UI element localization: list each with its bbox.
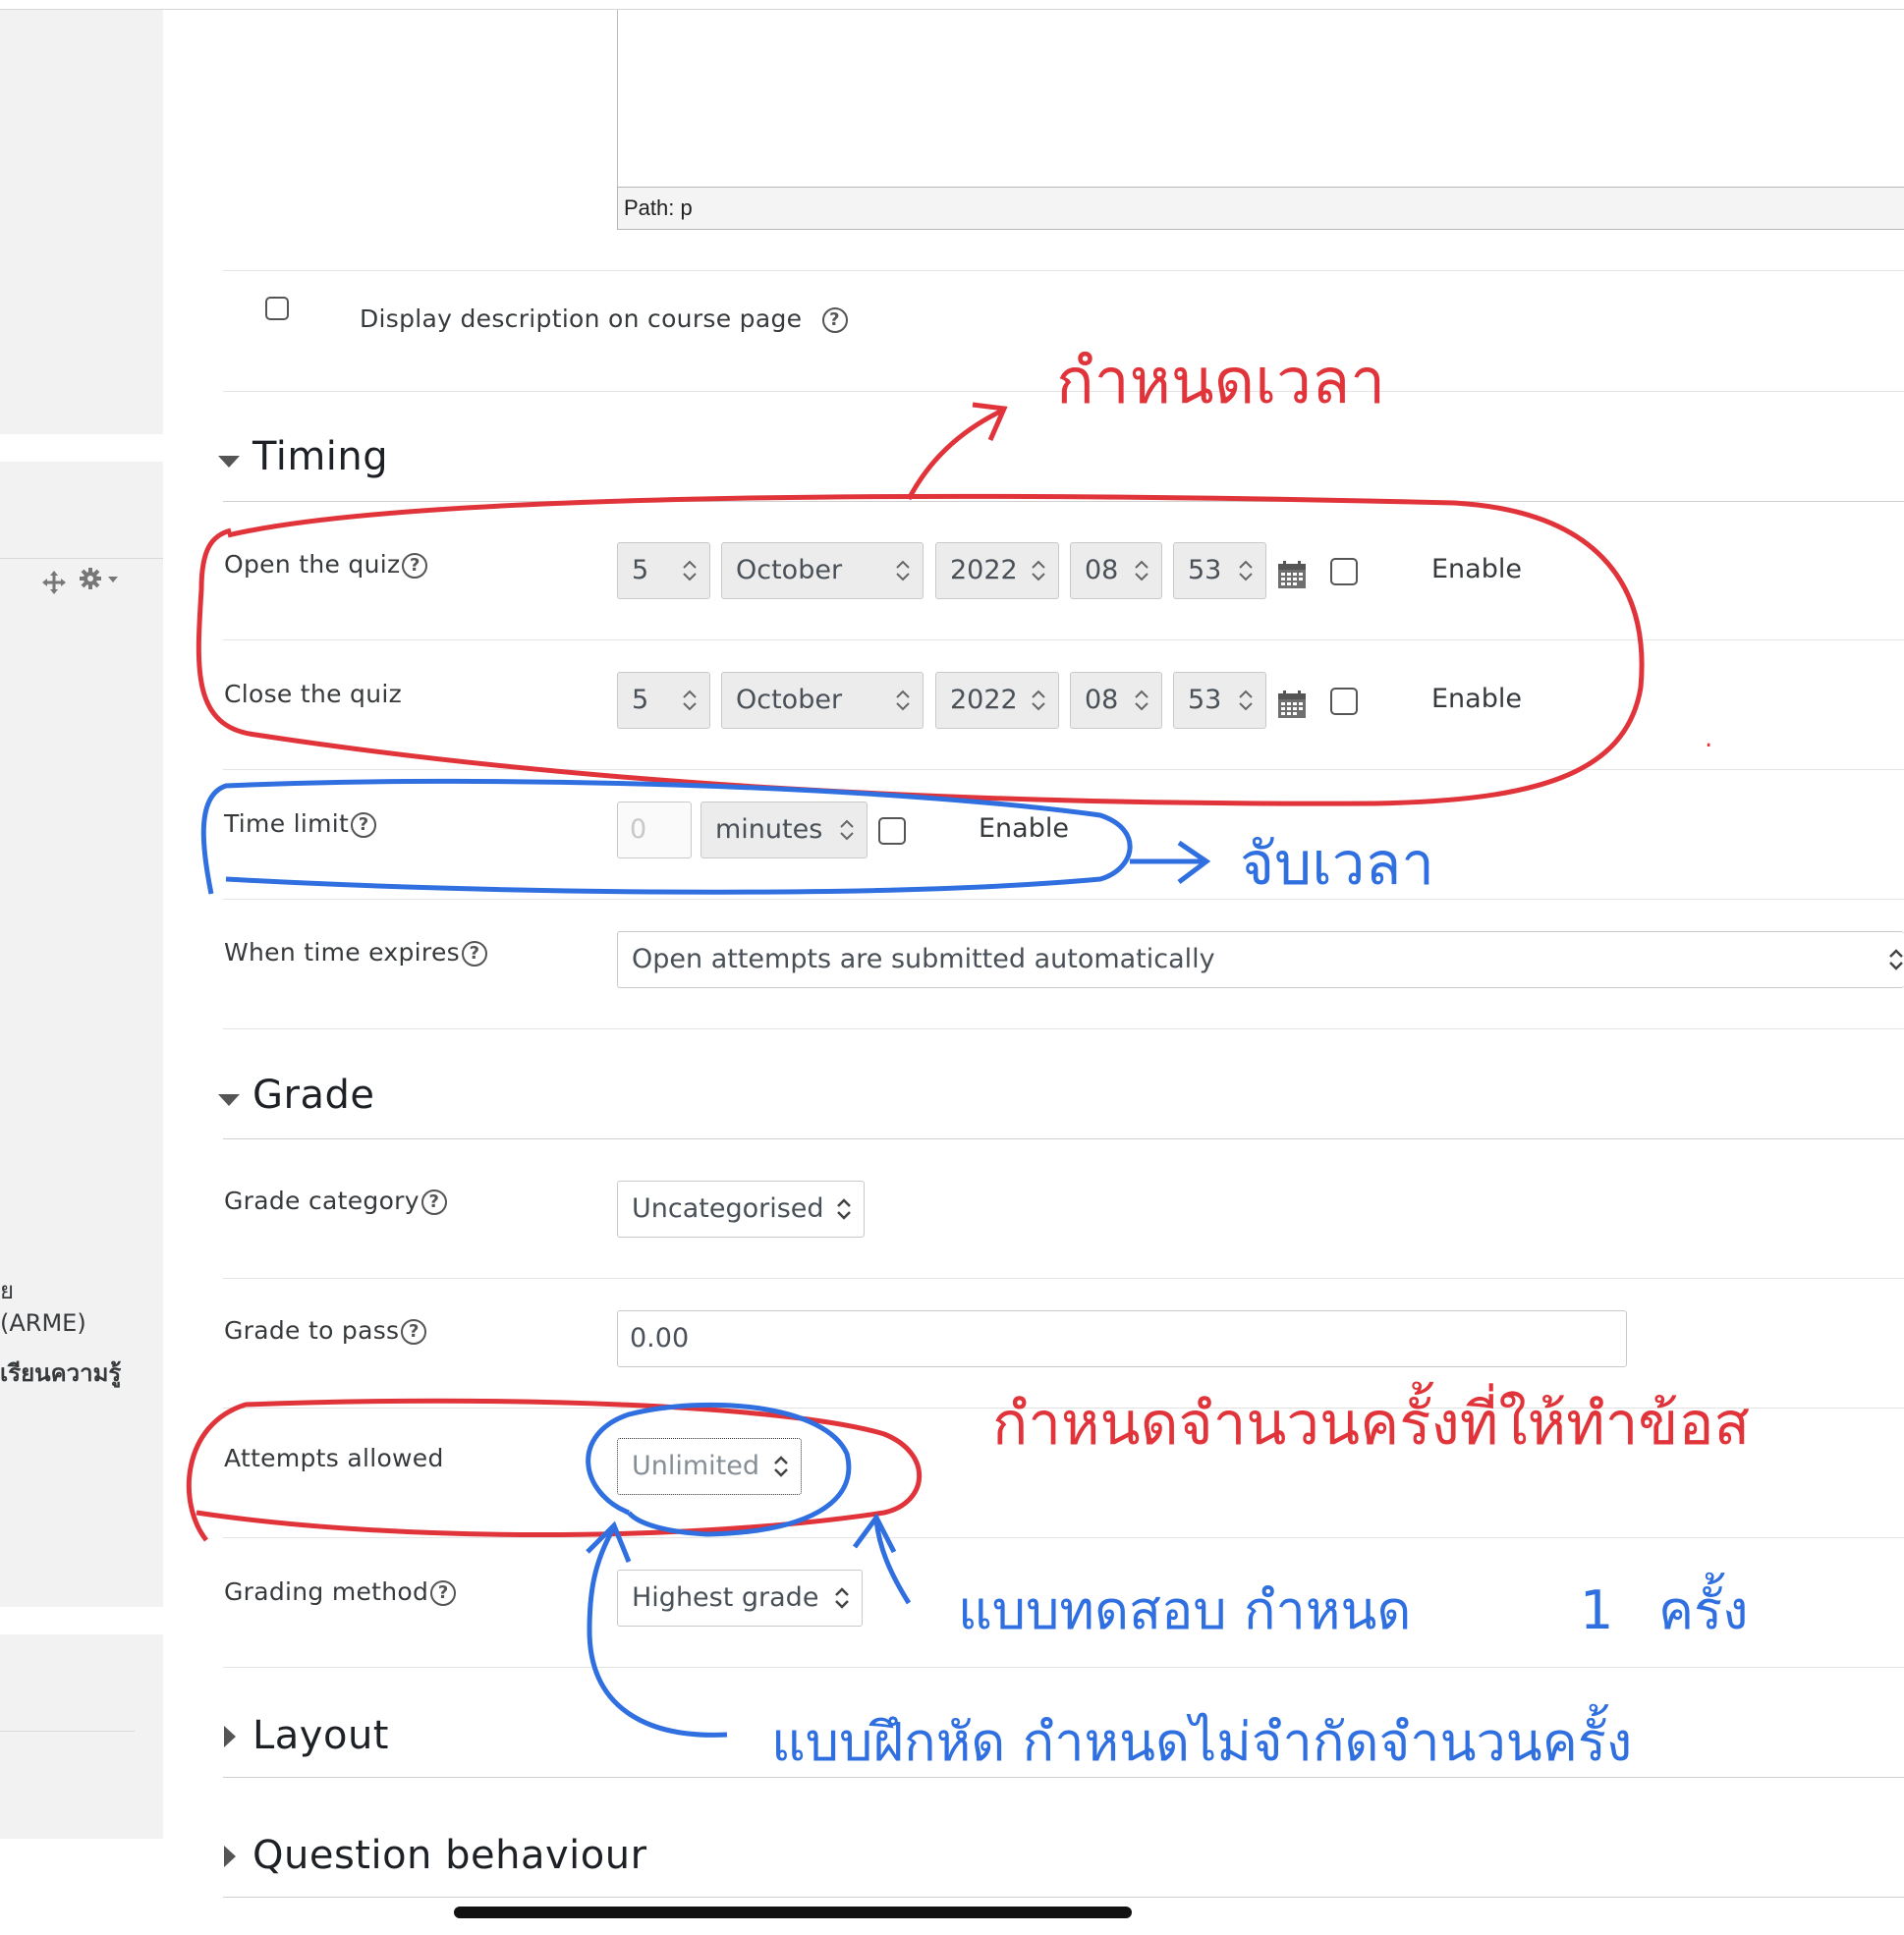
annotation-red-attempts: กำหนดจำนวนครั้งที่ให้ทำข้อส bbox=[992, 1381, 1750, 1459]
annotation-blue-test-unit: ครั้ง bbox=[1658, 1573, 1749, 1641]
red-arrow bbox=[906, 408, 1004, 501]
red-circle-timing bbox=[196, 493, 1645, 806]
annotation-overlay: กำหนดเวลา . จับเวลา กำหนดจำนวนครั้งที่ให… bbox=[186, 346, 1750, 1773]
stray-dot: . bbox=[1705, 724, 1712, 753]
annotation-blue-time: จับเวลา bbox=[1240, 830, 1434, 899]
annotation-blue-test: แบบทดสอบ กำหนด bbox=[958, 1579, 1411, 1641]
blue-circle-attempts bbox=[586, 1402, 852, 1537]
annotation-blue-test-num: 1 bbox=[1580, 1579, 1613, 1641]
annotation-blue-practice: แบบฝึกหัด กำหนดไม่จำกัดจำนวนครั้ง bbox=[771, 1704, 1632, 1773]
annotation-red-top: กำหนดเวลา bbox=[1056, 346, 1385, 418]
